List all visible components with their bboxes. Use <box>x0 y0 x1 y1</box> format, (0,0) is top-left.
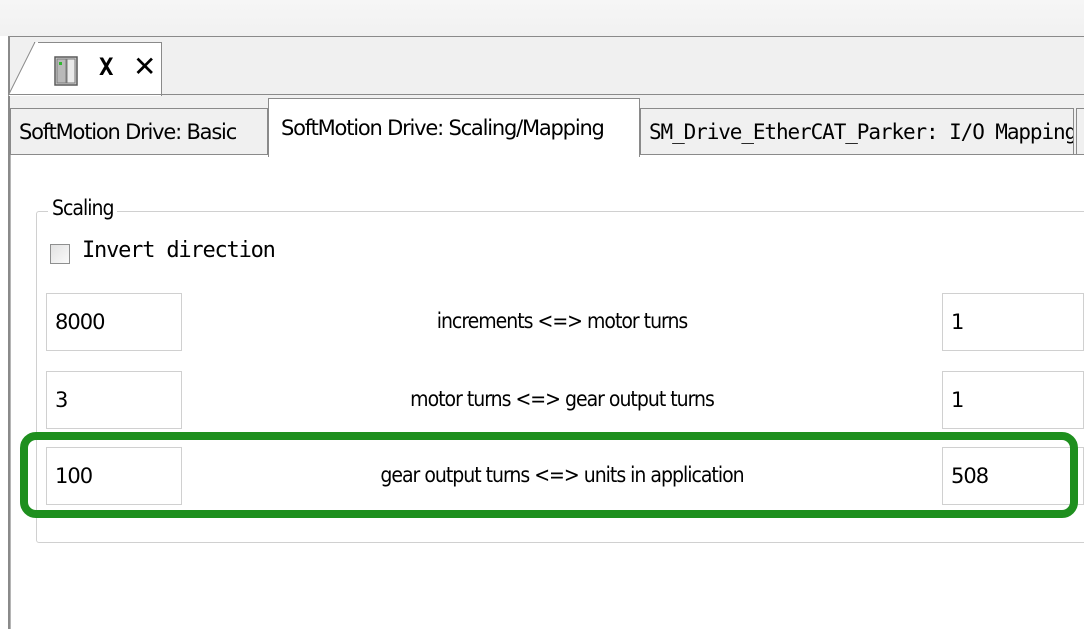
tab-io-mapping[interactable]: SM_Drive_EtherCAT_Parker: I/O Mapping <box>640 108 1074 154</box>
gear-output-turns-field[interactable]: 1 <box>942 371 1084 429</box>
top-strip <box>0 0 1084 36</box>
invert-direction-label: Invert direction <box>82 238 276 263</box>
tab-softmotion-drive-scaling-mapping[interactable]: SoftMotion Drive: Scaling/Mapping <box>268 98 640 157</box>
tab-strip-divider <box>8 94 1084 95</box>
gear-output-turns-input[interactable]: 100 <box>46 447 182 505</box>
tab-softmotion-drive-basic[interactable]: SoftMotion Drive: Basic <box>10 108 268 154</box>
gear-output-units-label: gear output turns <=> units in applicati… <box>380 463 744 487</box>
tab-slant <box>8 42 38 96</box>
device-icon <box>53 55 79 87</box>
increments-field[interactable]: 8000 <box>46 293 182 351</box>
scaling-group-title: Scaling <box>48 196 118 220</box>
units-in-application-field[interactable]: 508 <box>942 447 1084 505</box>
close-icon[interactable]: ✕ <box>133 51 156 83</box>
motor-turns-field[interactable]: 1 <box>942 293 1084 351</box>
invert-direction-checkbox[interactable] <box>50 244 70 264</box>
document-tab[interactable]: X ✕ <box>8 42 162 96</box>
motor-gear-output-turns-label: motor turns <=> gear output turns <box>410 387 715 411</box>
increments-motor-turns-label: increments <=> motor turns <box>436 309 689 333</box>
document-tab-title: X <box>99 53 116 81</box>
tab-overflow[interactable] <box>1076 108 1084 154</box>
motor-turns-gear-field[interactable]: 3 <box>46 371 182 429</box>
editor-window: X ✕ SoftMotion Drive: Basic SoftMotion D… <box>0 0 1084 629</box>
